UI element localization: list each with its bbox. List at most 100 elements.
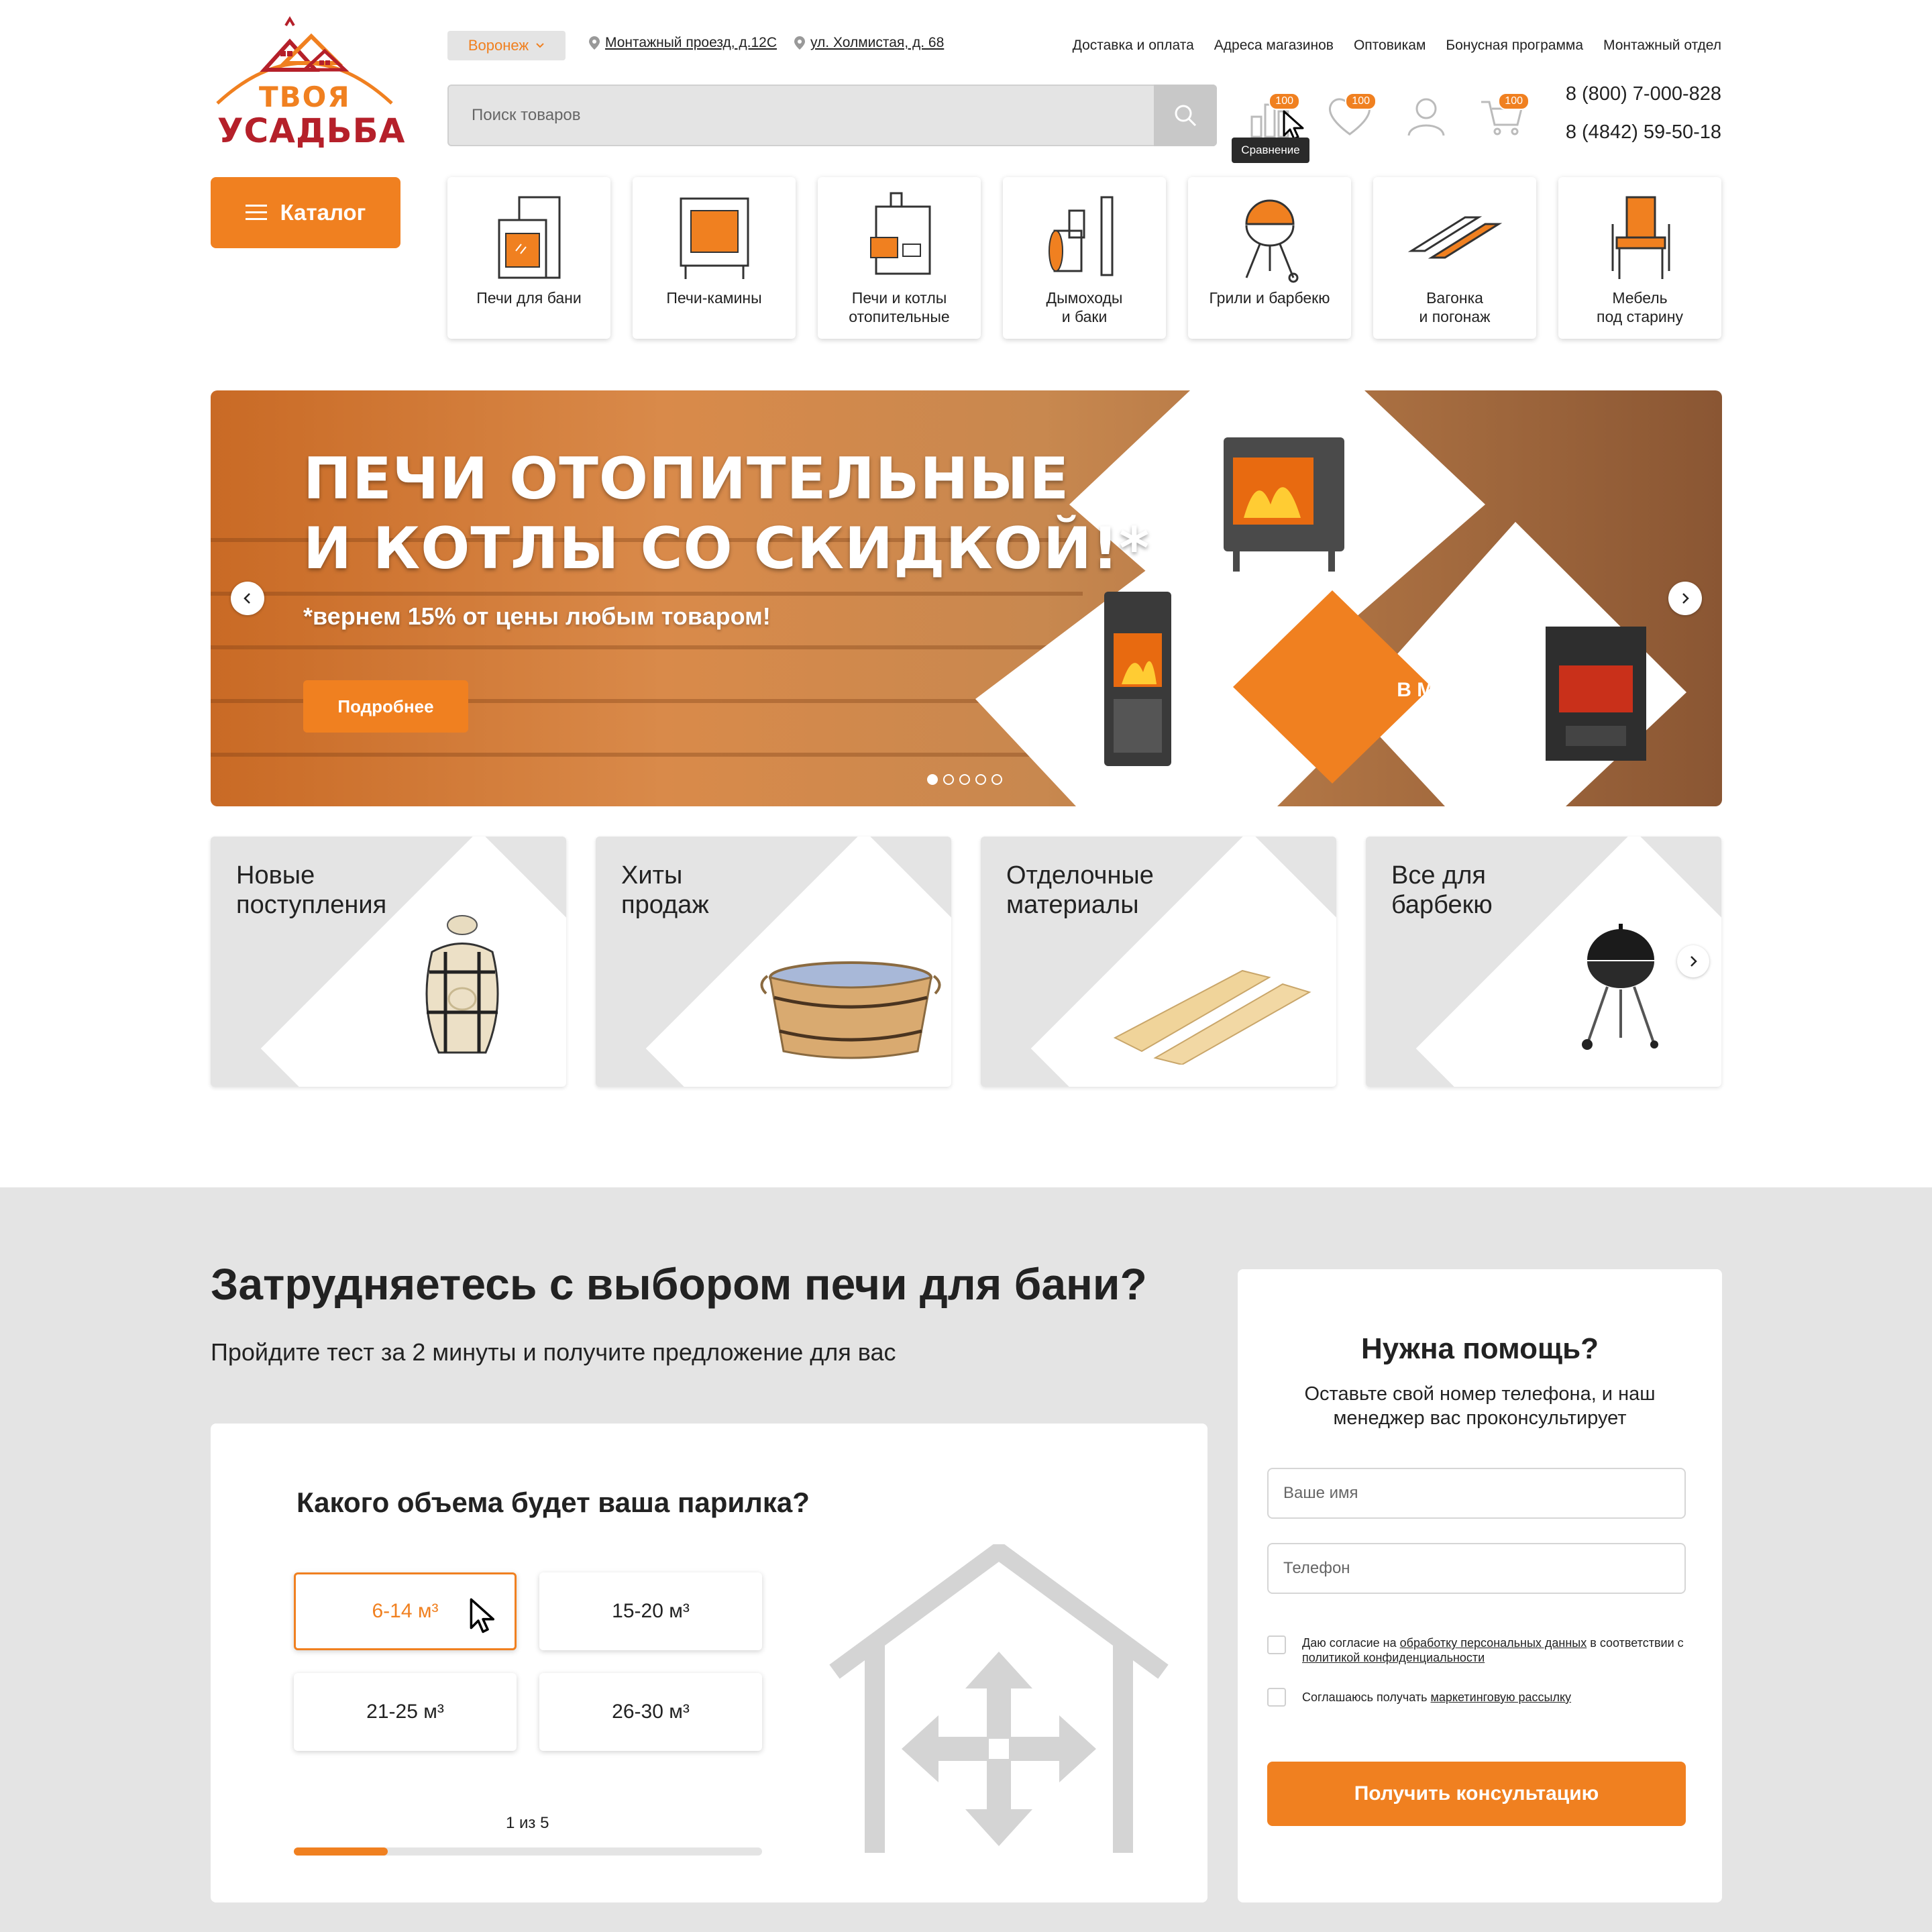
search-button[interactable] xyxy=(1154,85,1217,146)
name-field[interactable] xyxy=(1267,1468,1686,1519)
chevron-right-icon xyxy=(1682,593,1689,604)
promo-bestsellers[interactable]: Хиты продаж xyxy=(596,837,951,1087)
category-label: Грили и барбекю xyxy=(1209,289,1330,307)
promo-finishing-materials[interactable]: Отделочные материалы xyxy=(981,837,1336,1087)
hero-title-line: ПЕЧИ ОТОПИТЕЛЬНЫЕ xyxy=(303,445,1070,513)
store-only-badge: ТОЛЬКО В МАГАЗИНЕ В КАЛУГЕ! xyxy=(1355,652,1570,729)
promo-title: Отделочные материалы xyxy=(1006,861,1154,919)
badge-line: В МАГАЗИНЕ xyxy=(1397,679,1528,701)
consent-personal-data-row: Даю согласие на обработку персональных д… xyxy=(1267,1635,1690,1665)
favorites-count-badge: 100 xyxy=(1345,93,1377,110)
promo-title: Хиты продаж xyxy=(621,861,709,919)
store-address-2[interactable]: ул. Холмистая, д. 68 xyxy=(794,35,944,51)
catalog-label: Каталог xyxy=(280,200,366,225)
search-bar xyxy=(447,85,1217,146)
slider-dot[interactable] xyxy=(959,774,970,785)
kettle-grill-icon xyxy=(1582,924,1658,1050)
hero-background-plank xyxy=(211,645,1083,649)
marketing-mailing-link[interactable]: маркетинговую рассылку xyxy=(1431,1690,1572,1704)
promo-next-button[interactable] xyxy=(1677,945,1709,977)
grill-icon xyxy=(1244,199,1298,283)
get-consultation-button[interactable]: Получить консультацию xyxy=(1267,1762,1686,1826)
chair-icon xyxy=(1611,196,1670,279)
category-label: Дымоходы и баки xyxy=(1046,289,1123,325)
chevron-down-icon xyxy=(536,43,544,48)
category-chimneys-tanks[interactable]: Дымоходы и баки xyxy=(1003,177,1166,339)
category-fireplace-stoves[interactable]: Печи-камины xyxy=(633,177,796,339)
search-icon xyxy=(1175,105,1197,127)
nav-installation[interactable]: Монтажный отдел xyxy=(1603,38,1721,54)
quiz-option[interactable]: 21-25 м³ xyxy=(294,1673,517,1751)
nav-delivery[interactable]: Доставка и оплата xyxy=(1073,38,1194,54)
fireplace-stove-icon xyxy=(680,197,749,279)
category-grills-bbq[interactable]: Грили и барбекю xyxy=(1188,177,1351,339)
hero-banner: ТОЛЬКО В МАГАЗИНЕ В КАЛУГЕ! ПЕЧИ ОТОПИТЕ… xyxy=(211,390,1722,806)
nav-wholesale[interactable]: Оптовикам xyxy=(1354,38,1426,54)
hero-background-plank xyxy=(211,592,1083,596)
phone-number-1[interactable]: 8 (800) 7-000-828 xyxy=(1566,83,1721,105)
compare-count-badge: 100 xyxy=(1269,93,1300,110)
hero-prev-button[interactable] xyxy=(231,582,264,615)
category-lining-moldings[interactable]: Вагонка и погонаж xyxy=(1373,177,1536,339)
promo-new-arrivals[interactable]: Новые поступления xyxy=(211,837,566,1087)
top-navigation: Доставка и оплата Адреса магазинов Оптов… xyxy=(1073,38,1721,54)
consent-marketing-row: Соглашаюсь получать маркетинговую рассыл… xyxy=(1267,1688,1690,1707)
quiz-question: Какого объема будет ваша парилка? xyxy=(297,1487,810,1518)
account-button[interactable] xyxy=(1399,90,1453,144)
tandoor-icon xyxy=(425,915,499,1054)
category-label: Мебель под старину xyxy=(1597,289,1683,325)
hero-next-button[interactable] xyxy=(1668,582,1702,615)
consent-marketing-checkbox[interactable] xyxy=(1267,1688,1286,1707)
mouse-cursor-icon xyxy=(1283,110,1304,140)
promo-title: Все для барбекю xyxy=(1391,861,1493,919)
category-label: Печи-камины xyxy=(666,289,762,307)
slider-dot[interactable] xyxy=(975,774,986,785)
quiz-option[interactable]: 15-20 м³ xyxy=(539,1572,762,1650)
favorites-button[interactable]: 100 xyxy=(1323,90,1377,144)
location-pin-icon xyxy=(794,36,805,50)
cart-button[interactable]: 100 xyxy=(1476,90,1529,144)
promo-bbq-goods[interactable]: Все для барбекю xyxy=(1366,837,1721,1087)
hero-more-button[interactable]: Подробнее xyxy=(303,680,468,733)
hamburger-menu-icon xyxy=(245,205,267,220)
catalog-button[interactable]: Каталог xyxy=(211,177,400,248)
store-address-1[interactable]: Монтажный проезд, д.12С xyxy=(589,35,777,51)
quiz-progress-label: 1 из 5 xyxy=(506,1814,549,1832)
consent-text: Даю согласие на xyxy=(1302,1636,1400,1650)
phone-number-2[interactable]: 8 (4842) 59-50-18 xyxy=(1566,121,1721,144)
privacy-policy-link[interactable]: политикой конфиденциальности xyxy=(1302,1651,1485,1664)
consent-text: Соглашаюсь получать xyxy=(1302,1690,1431,1704)
nav-bonus-program[interactable]: Бонусная программа xyxy=(1446,38,1583,54)
category-antique-furniture[interactable]: Мебель под старину xyxy=(1558,177,1721,339)
mouse-cursor-icon xyxy=(470,1598,495,1633)
consent-personal-data-checkbox[interactable] xyxy=(1267,1635,1286,1654)
city-selector[interactable]: Воронеж xyxy=(447,31,566,60)
category-sauna-stoves[interactable]: Печи для бани xyxy=(447,177,610,339)
logo-text-line2: УСАДЬБА xyxy=(217,111,406,150)
quiz-card: Какого объема будет ваша парилка? 6-14 м… xyxy=(211,1424,1208,1902)
slider-dot[interactable] xyxy=(943,774,954,785)
quiz-heading: Затрудняетесь с выбором печи для бани? xyxy=(211,1259,1147,1309)
city-name: Воронеж xyxy=(468,37,529,54)
quiz-option[interactable]: 26-30 м³ xyxy=(539,1673,762,1751)
hero-background-plank xyxy=(211,753,1083,757)
personal-data-link[interactable]: обработку персональных данных xyxy=(1400,1636,1587,1650)
hero-title-line: И КОТЛЫ СО СКИДКОЙ!* xyxy=(303,515,1150,582)
hero-title: ПЕЧИ ОТОПИТЕЛЬНЫЕ И КОТЛЫ СО СКИДКОЙ!* xyxy=(303,444,1150,584)
quiz-subheading: Пройдите тест за 2 минуты и получите пре… xyxy=(211,1338,896,1366)
badge-line: В КАЛУГЕ! xyxy=(1409,704,1515,727)
category-label: Печи для бани xyxy=(476,289,582,307)
chimney-icon xyxy=(1048,196,1113,276)
slider-dot[interactable] xyxy=(991,774,1002,785)
chevron-left-icon xyxy=(244,593,250,604)
slider-dot[interactable] xyxy=(927,774,938,785)
site-logo[interactable]: ТВОЯ УСАДЬБА xyxy=(211,9,405,157)
category-heating-boilers[interactable]: Печи и котлы отопительные xyxy=(818,177,981,339)
quiz-progress-fill xyxy=(294,1847,388,1856)
slider-pagination xyxy=(927,774,1002,785)
consent-marketing-text: Соглашаюсь получать маркетинговую рассыл… xyxy=(1302,1688,1571,1707)
phone-field[interactable] xyxy=(1267,1543,1686,1594)
promo-title: Новые поступления xyxy=(236,861,387,919)
nav-store-addresses[interactable]: Адреса магазинов xyxy=(1214,38,1334,54)
search-input[interactable] xyxy=(472,101,1075,130)
